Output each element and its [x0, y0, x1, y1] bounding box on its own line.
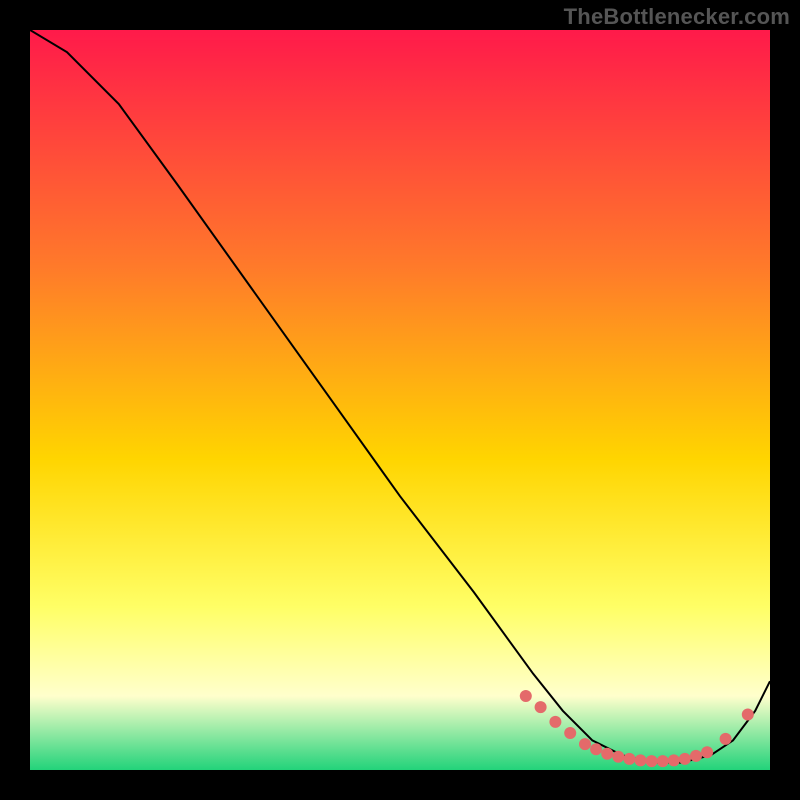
gradient-background	[30, 30, 770, 770]
data-point	[520, 690, 532, 702]
data-point	[635, 754, 647, 766]
data-point	[668, 754, 680, 766]
data-point	[646, 755, 658, 767]
data-point	[579, 738, 591, 750]
data-point	[701, 746, 713, 758]
chart-plot-area	[30, 30, 770, 770]
watermark-text: TheBottleneсker.com	[564, 4, 790, 30]
chart-svg	[30, 30, 770, 770]
data-point	[564, 727, 576, 739]
data-point	[720, 733, 732, 745]
data-point	[690, 750, 702, 762]
data-point	[623, 753, 635, 765]
data-point	[601, 748, 613, 760]
data-point	[535, 701, 547, 713]
data-point	[742, 709, 754, 721]
data-point	[549, 716, 561, 728]
chart-frame: TheBottleneсker.com	[0, 0, 800, 800]
data-point	[657, 755, 669, 767]
data-point	[612, 751, 624, 763]
data-point	[590, 743, 602, 755]
data-point	[679, 753, 691, 765]
